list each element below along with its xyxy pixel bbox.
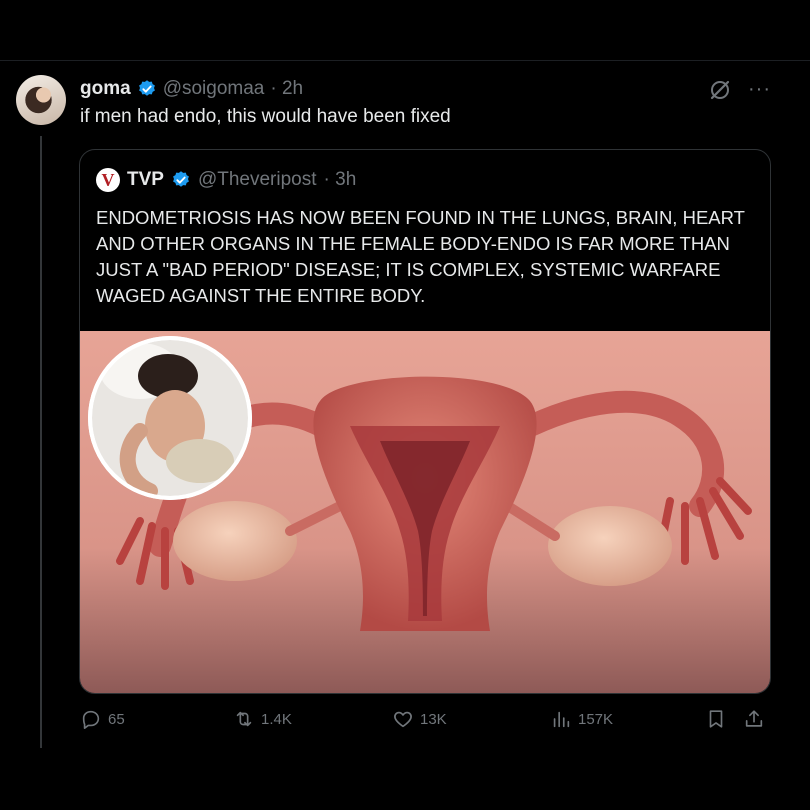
like-count: 13K	[420, 710, 447, 728]
quote-avatar[interactable]: V	[96, 168, 120, 192]
display-name[interactable]: goma	[80, 78, 131, 100]
quote-display-name[interactable]: TVP	[127, 169, 164, 191]
more-icon[interactable]: ···	[748, 78, 771, 101]
views-count: 157K	[578, 710, 614, 728]
verified-icon	[173, 171, 189, 187]
reply-icon	[82, 710, 100, 729]
share-button[interactable]	[743, 708, 765, 730]
quote-timestamp[interactable]: · 3h	[324, 169, 357, 191]
bookmark-icon	[709, 710, 723, 728]
quote-logo-letter: V	[101, 169, 115, 190]
views-button[interactable]: 157K	[550, 708, 613, 730]
quote-image[interactable]	[80, 331, 770, 693]
verified-icon	[138, 80, 155, 96]
quote-header: V TVP @Theveripost · 3h	[96, 168, 356, 192]
like-button[interactable]: 13K	[392, 708, 447, 730]
thread-line	[40, 136, 42, 748]
quote-handle[interactable]: @Theveripost	[198, 169, 317, 191]
share-icon	[745, 710, 763, 727]
reply-count: 65	[108, 710, 125, 728]
post-text: if men had endo, this would have been fi…	[80, 106, 451, 127]
avatar[interactable]	[16, 75, 66, 125]
repost-button[interactable]: 1.4K	[233, 708, 292, 730]
repost-count: 1.4K	[261, 710, 292, 728]
like-icon	[394, 711, 412, 728]
reply-button[interactable]: 65	[80, 708, 125, 730]
uterus-illustration	[80, 331, 770, 693]
quote-text: ENDOMETRIOSIS HAS NOW BEEN FOUND IN THE …	[96, 207, 745, 306]
handle[interactable]: @soigomaa	[163, 78, 265, 100]
views-icon	[553, 711, 570, 728]
timestamp[interactable]: · 2h	[270, 78, 303, 100]
quoted-post[interactable]: V TVP @Theveripost · 3h ENDOMETRIOSIS HA…	[79, 149, 771, 694]
action-bar: 65 1.4K 13K 157K	[80, 708, 770, 738]
repost-icon	[236, 711, 252, 727]
bookmark-button[interactable]	[705, 708, 727, 730]
post-header: goma @soigomaa · 2h	[80, 78, 303, 100]
grok-icon[interactable]	[708, 78, 732, 102]
